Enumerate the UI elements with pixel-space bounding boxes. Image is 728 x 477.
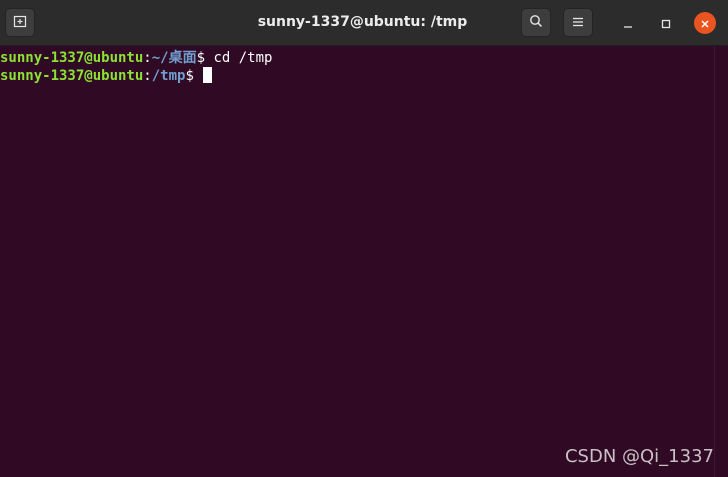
prompt-separator: : [143, 50, 152, 66]
search-icon [529, 13, 543, 32]
minimize-button[interactable] [617, 12, 639, 34]
prompt-symbol: $ [196, 50, 214, 66]
prompt-separator: : [143, 68, 152, 84]
new-tab-button[interactable] [5, 8, 35, 37]
command-text: cd /tmp [213, 50, 273, 66]
terminal-output[interactable]: sunny-1337@ubuntu:~/桌面$ cd /tmp sunny-13… [0, 46, 714, 477]
prompt-user: sunny-1337@ubuntu [0, 68, 144, 84]
prompt-path: /tmp [151, 68, 186, 84]
title-bar: sunny-1337@ubuntu: /tmp [0, 0, 728, 46]
terminal-line: sunny-1337@ubuntu:/tmp$ [0, 67, 714, 85]
close-button[interactable] [694, 12, 716, 34]
text-cursor [203, 67, 213, 83]
scrollbar[interactable] [714, 46, 728, 477]
close-icon [700, 14, 710, 33]
window-title: sunny-1337@ubuntu: /tmp [257, 14, 468, 30]
terminal-line: sunny-1337@ubuntu:~/桌面$ cd /tmp [0, 49, 714, 67]
new-tab-icon [13, 13, 27, 32]
minimize-icon [623, 14, 633, 33]
prompt-path: ~/桌面 [151, 50, 197, 66]
hamburger-menu-icon [572, 13, 584, 32]
maximize-icon [661, 14, 671, 33]
search-button[interactable] [521, 8, 551, 37]
maximize-button[interactable] [655, 12, 677, 34]
watermark: CSDN @Qi_1337 [564, 446, 714, 467]
prompt-user: sunny-1337@ubuntu [0, 50, 144, 66]
menu-button[interactable] [563, 8, 593, 37]
prompt-symbol: $ [185, 68, 203, 84]
